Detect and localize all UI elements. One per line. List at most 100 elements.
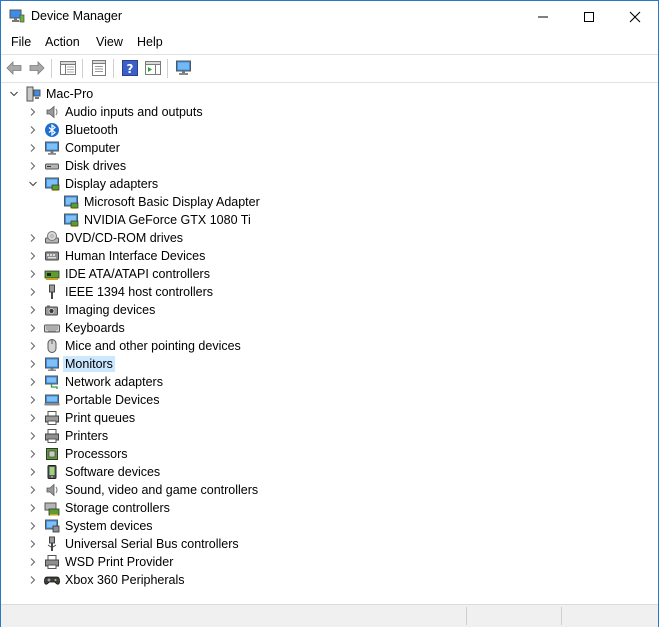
tree-item-bluetooth-label: Bluetooth bbox=[65, 123, 118, 137]
title-bar[interactable]: Device Manager bbox=[1, 1, 658, 32]
chevron-right-icon[interactable] bbox=[29, 162, 37, 170]
tree-child-nvidia-geforce-gtx-1080-ti[interactable]: NVIDIA GeForce GTX 1080 Ti bbox=[1, 211, 658, 229]
tree-item-wsd-print-provider[interactable]: WSD Print Provider bbox=[1, 553, 658, 571]
tree-item-audio-inputs-and-outputs-label: Audio inputs and outputs bbox=[65, 105, 203, 119]
scan-hardware-changes-icon[interactable] bbox=[175, 59, 193, 77]
forward-icon[interactable] bbox=[28, 59, 46, 77]
tree-item-sound-video-and-game-controllers[interactable]: Sound, video and game controllers bbox=[1, 481, 658, 499]
chevron-right-icon[interactable] bbox=[29, 360, 37, 368]
chevron-right-icon[interactable] bbox=[29, 414, 37, 422]
close-button[interactable] bbox=[612, 1, 658, 32]
chevron-right-icon[interactable] bbox=[29, 378, 37, 386]
properties-icon[interactable] bbox=[90, 59, 108, 77]
chevron-right-icon[interactable] bbox=[29, 396, 37, 404]
tree-item-system-devices[interactable]: System devices bbox=[1, 517, 658, 535]
chevron-right-icon[interactable] bbox=[29, 342, 37, 350]
ide-controller-icon bbox=[44, 270, 60, 280]
tree-item-keyboards[interactable]: Keyboards bbox=[1, 319, 658, 337]
tree-root-label: Mac-Pro bbox=[46, 87, 94, 101]
menu-help[interactable]: Help bbox=[137, 35, 163, 49]
tree-item-universal-serial-bus-controllers[interactable]: Universal Serial Bus controllers bbox=[1, 535, 658, 553]
tree-item-software-devices[interactable]: Software devices bbox=[1, 463, 658, 481]
tree-child-microsoft-basic-display-adapter[interactable]: Microsoft Basic Display Adapter bbox=[1, 193, 658, 211]
chevron-right-icon[interactable] bbox=[29, 252, 37, 260]
chevron-right-icon[interactable] bbox=[29, 432, 37, 440]
tree-item-print-queues[interactable]: Print queues bbox=[1, 409, 658, 427]
device-tree[interactable]: Mac-Pro Audio inputs and outputs Bluetoot… bbox=[1, 83, 658, 603]
minimize-button[interactable] bbox=[520, 1, 566, 32]
tree-item-portable-devices[interactable]: Portable Devices bbox=[1, 391, 658, 409]
tree-item-display-adapters[interactable]: Display adapters bbox=[1, 175, 658, 193]
maximize-icon bbox=[584, 12, 594, 22]
toolbar-separator bbox=[82, 59, 83, 78]
tree-item-human-interface-devices[interactable]: Human Interface Devices bbox=[1, 247, 658, 265]
chevron-right-icon[interactable] bbox=[29, 486, 37, 494]
svg-text:?: ? bbox=[127, 62, 134, 76]
tree-item-ieee-1394-host-controllers-label: IEEE 1394 host controllers bbox=[65, 285, 213, 299]
tree-item-storage-controllers-label: Storage controllers bbox=[65, 501, 170, 515]
system-device-icon bbox=[45, 519, 60, 533]
network-adapter-icon bbox=[45, 375, 58, 389]
tree-item-storage-controllers[interactable]: Storage controllers bbox=[1, 499, 658, 517]
gamepad-icon bbox=[44, 576, 60, 585]
show-hide-console-tree-icon[interactable] bbox=[59, 59, 77, 77]
action-pane-icon[interactable] bbox=[144, 59, 162, 77]
tree-item-imaging-devices-label: Imaging devices bbox=[65, 303, 156, 317]
help-icon[interactable]: ? bbox=[121, 59, 139, 77]
camera-icon bbox=[45, 305, 58, 316]
tree-item-bluetooth[interactable]: Bluetooth bbox=[1, 121, 658, 139]
disk-drive-icon bbox=[45, 163, 59, 170]
tree-item-monitors[interactable]: Monitors bbox=[1, 355, 658, 373]
chevron-right-icon[interactable] bbox=[29, 126, 37, 134]
chevron-down-icon[interactable] bbox=[29, 180, 37, 188]
tree-item-ieee-1394-host-controllers[interactable]: IEEE 1394 host controllers bbox=[1, 283, 658, 301]
computer-tower-icon bbox=[26, 86, 41, 102]
software-device-icon bbox=[47, 465, 57, 479]
chevron-right-icon[interactable] bbox=[29, 504, 37, 512]
minimize-icon bbox=[538, 16, 548, 18]
tree-item-audio-inputs-and-outputs[interactable]: Audio inputs and outputs bbox=[1, 103, 658, 121]
chevron-right-icon[interactable] bbox=[29, 522, 37, 530]
tree-item-computer[interactable]: Computer bbox=[1, 139, 658, 157]
tree-item-computer-label: Computer bbox=[65, 141, 120, 155]
tree-item-universal-serial-bus-controllers-label: Universal Serial Bus controllers bbox=[65, 537, 239, 551]
chevron-right-icon[interactable] bbox=[29, 108, 37, 116]
chevron-right-icon[interactable] bbox=[29, 288, 37, 296]
chevron-right-icon[interactable] bbox=[29, 306, 37, 314]
tree-item-processors[interactable]: Processors bbox=[1, 445, 658, 463]
tree-item-system-devices-label: System devices bbox=[65, 519, 153, 533]
chevron-right-icon[interactable] bbox=[29, 144, 37, 152]
tree-root-row[interactable]: Mac-Pro bbox=[1, 85, 658, 103]
tree-item-portable-devices-label: Portable Devices bbox=[65, 393, 160, 407]
tree-item-ide-ata-atapi-controllers[interactable]: IDE ATA/ATAPI controllers bbox=[1, 265, 658, 283]
usb-icon bbox=[47, 536, 57, 551]
display-adapter-device-icon bbox=[64, 195, 79, 209]
menu-action[interactable]: Action bbox=[45, 35, 80, 49]
maximize-button[interactable] bbox=[566, 1, 612, 32]
tree-item-xbox-360-peripherals[interactable]: Xbox 360 Peripherals bbox=[1, 571, 658, 589]
chevron-right-icon[interactable] bbox=[29, 270, 37, 278]
back-icon[interactable] bbox=[5, 59, 23, 77]
menu-file[interactable]: File bbox=[11, 35, 31, 49]
chevron-right-icon[interactable] bbox=[29, 450, 37, 458]
chevron-right-icon[interactable] bbox=[29, 558, 37, 566]
toolbar: ? bbox=[1, 54, 658, 83]
tree-item-network-adapters-label: Network adapters bbox=[65, 375, 163, 389]
menu-view[interactable]: View bbox=[96, 35, 123, 49]
tree-item-disk-drives[interactable]: Disk drives bbox=[1, 157, 658, 175]
print-queue-icon bbox=[45, 411, 59, 425]
tree-item-imaging-devices[interactable]: Imaging devices bbox=[1, 301, 658, 319]
chevron-right-icon[interactable] bbox=[29, 234, 37, 242]
tree-item-network-adapters[interactable]: Network adapters bbox=[1, 373, 658, 391]
chevron-right-icon[interactable] bbox=[29, 576, 37, 584]
chevron-right-icon[interactable] bbox=[29, 540, 37, 548]
tree-item-mice-and-other-pointing-devices[interactable]: Mice and other pointing devices bbox=[1, 337, 658, 355]
tree-item-printers-label: Printers bbox=[65, 429, 109, 443]
status-bar-divider bbox=[561, 607, 562, 625]
chevron-right-icon[interactable] bbox=[29, 468, 37, 476]
tree-item-dvd-cd-rom-drives[interactable]: DVD/CD-ROM drives bbox=[1, 229, 658, 247]
tree-item-printers[interactable]: Printers bbox=[1, 427, 658, 445]
chevron-down-icon[interactable] bbox=[10, 90, 18, 98]
chevron-right-icon[interactable] bbox=[29, 324, 37, 332]
device-manager-window: Device Manager File Action View Help ? M… bbox=[0, 0, 659, 627]
